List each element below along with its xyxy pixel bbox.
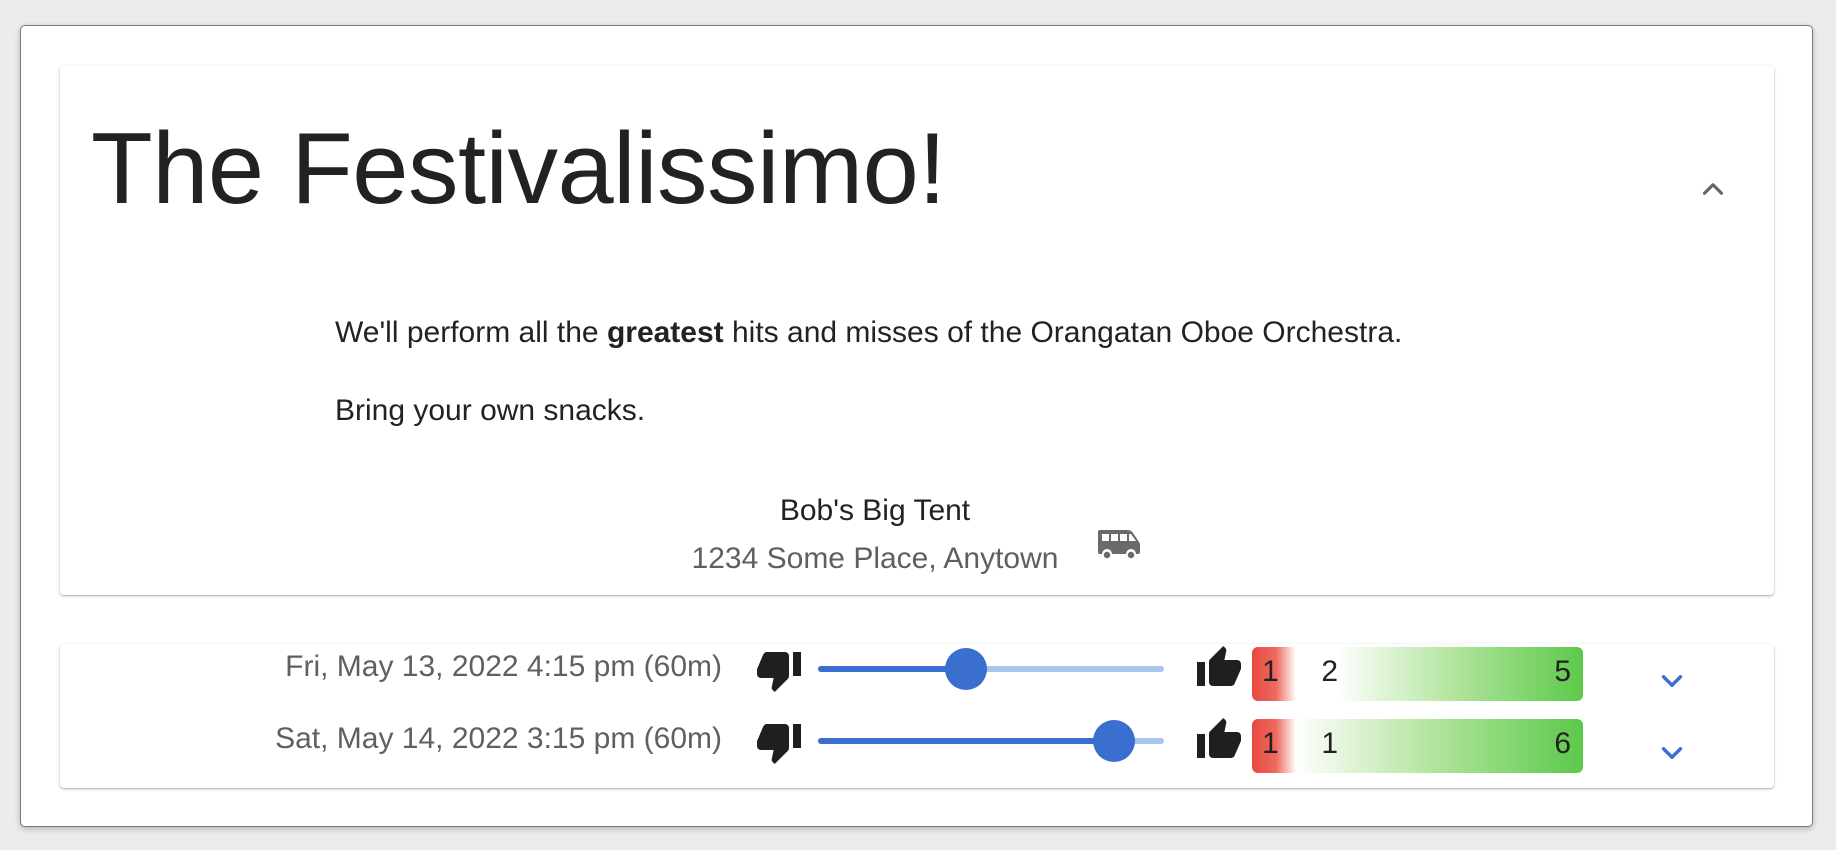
slider-fill — [818, 738, 1114, 744]
thumbs-down-icon — [757, 724, 801, 764]
thumbs-up-icon — [1197, 646, 1241, 686]
venue-address: 1234 Some Place, Anytown — [691, 542, 1059, 575]
thumbs-up-icon — [1197, 718, 1241, 758]
negative-vote-count: 1 — [1262, 655, 1279, 688]
event-card: The Festivalissimo! We'll perform all th… — [60, 66, 1774, 595]
event-description: We'll perform all the greatest hits and … — [335, 316, 1402, 472]
showtime-date: Fri, May 13, 2022 4:15 pm (60m) — [285, 650, 722, 683]
slider-knob[interactable] — [945, 648, 987, 690]
positive-vote-count: 6 — [1554, 727, 1571, 760]
showtime-row: Fri, May 13, 2022 4:15 pm (60m) 1 2 5 — [60, 644, 1774, 714]
chevron-down-icon — [1661, 675, 1683, 687]
chevron-down-icon — [1661, 747, 1683, 759]
rating-slider[interactable] — [818, 648, 1164, 690]
thumbs-down-button[interactable] — [754, 718, 804, 766]
slider-knob[interactable] — [1093, 720, 1135, 762]
collapse-button[interactable] — [1696, 172, 1730, 206]
neutral-vote-count: 1 — [1321, 727, 1339, 760]
showtime-row: Sat, May 14, 2022 3:15 pm (60m) 1 1 6 — [60, 716, 1774, 786]
chevron-up-icon — [1702, 183, 1724, 195]
positive-vote-count: 5 — [1554, 655, 1571, 688]
expand-button[interactable] — [1655, 664, 1689, 698]
directions-button[interactable] — [1096, 527, 1142, 561]
thumbs-down-button[interactable] — [754, 646, 804, 694]
thumbs-down-icon — [757, 652, 801, 692]
showtime-date: Sat, May 14, 2022 3:15 pm (60m) — [275, 722, 722, 755]
slider-fill — [818, 666, 966, 672]
expand-button[interactable] — [1655, 736, 1689, 770]
event-title: The Festivalissimo! — [91, 113, 946, 225]
showtimes-card: Fri, May 13, 2022 4:15 pm (60m) 1 2 5 Sa… — [60, 644, 1774, 788]
thumbs-up-button[interactable] — [1194, 716, 1244, 764]
description-line-2: Bring your own snacks. — [335, 394, 646, 427]
rating-slider[interactable] — [818, 720, 1164, 762]
thumbs-up-button[interactable] — [1194, 644, 1244, 692]
vote-tally: 1 1 6 — [1252, 719, 1583, 773]
positive-votes-bar — [1336, 647, 1583, 701]
description-line-1: We'll perform all the greatest hits and … — [335, 316, 1403, 349]
neutral-vote-count: 2 — [1321, 655, 1339, 688]
negative-vote-count: 1 — [1262, 727, 1279, 760]
vote-tally: 1 2 5 — [1252, 647, 1583, 701]
venue-name: Bob's Big Tent — [779, 494, 971, 527]
app-window: The Festivalissimo! We'll perform all th… — [20, 25, 1813, 827]
van-icon — [1098, 530, 1140, 560]
